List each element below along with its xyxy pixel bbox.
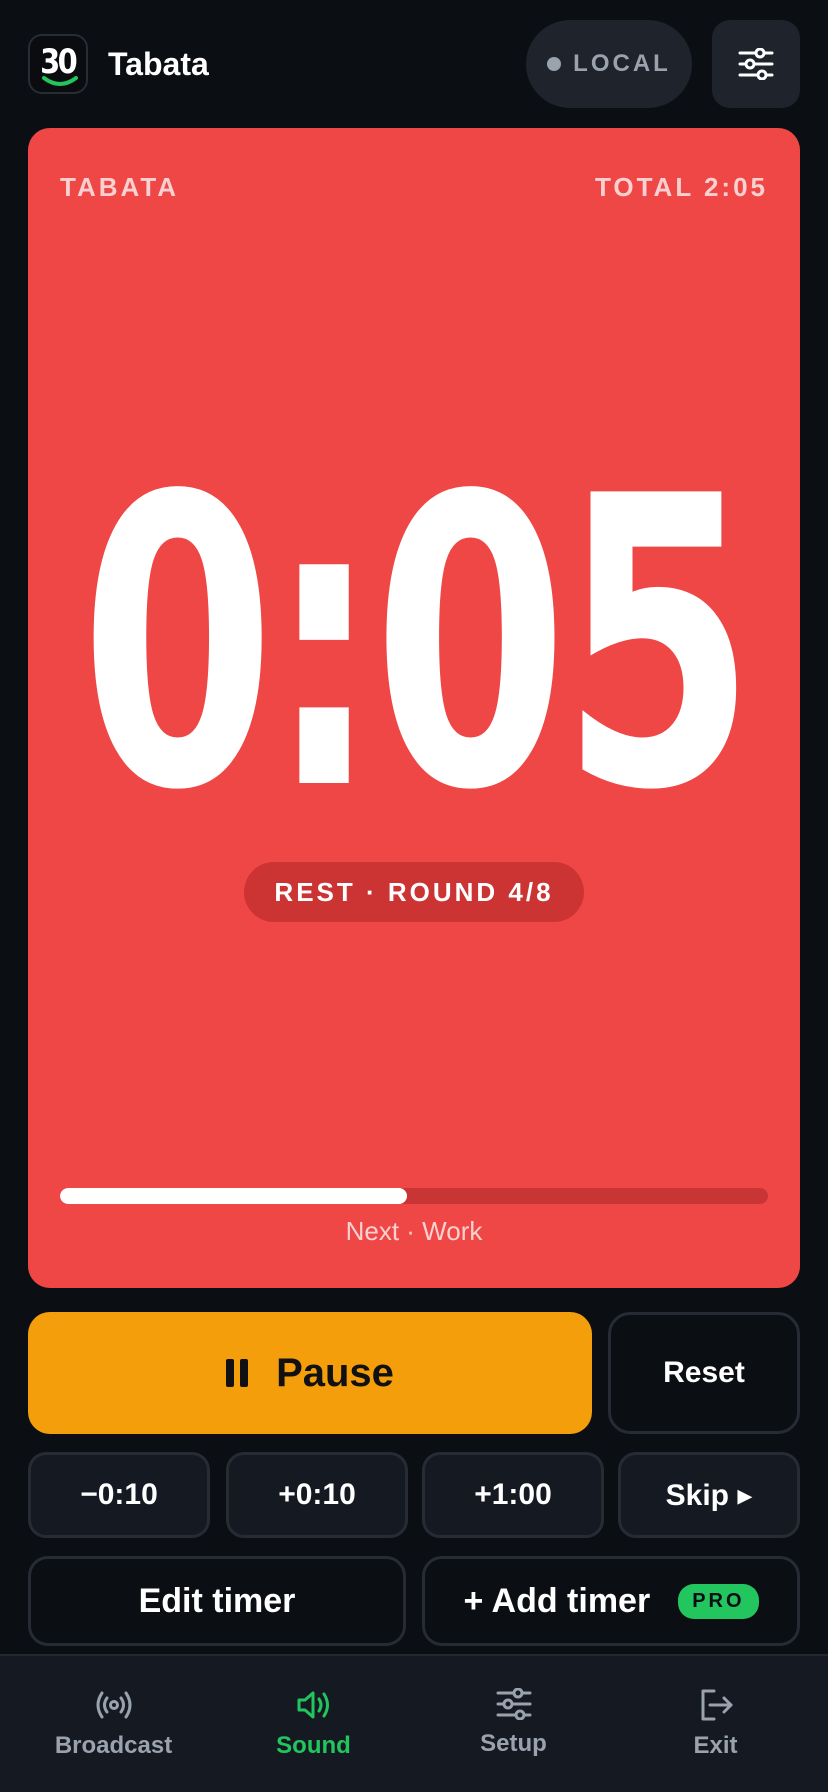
app-logo: 30 xyxy=(28,34,88,94)
nav-item-sound[interactable]: Sound xyxy=(210,1656,417,1792)
pause-icon xyxy=(226,1359,249,1387)
speaker-icon xyxy=(297,1691,329,1719)
nav-label-broadcast: Broadcast xyxy=(54,1732,173,1759)
timer-mode-label: TABATA xyxy=(60,172,180,202)
total-time-label: TOTAL 2:05 xyxy=(594,172,768,202)
app-title: Tabata xyxy=(108,46,209,82)
plus-10-seconds-button[interactable]: +0:10 xyxy=(226,1452,408,1538)
countdown-display: 0:05 xyxy=(28,413,800,878)
add-timer-button[interactable]: + Add timer PRO xyxy=(422,1556,800,1646)
pause-button[interactable]: Pause xyxy=(28,1312,592,1434)
nav-item-broadcast[interactable]: Broadcast xyxy=(10,1656,217,1792)
add-timer-label: + Add timer xyxy=(463,1581,651,1620)
plus-1-minute-button[interactable]: +1:00 xyxy=(422,1452,604,1538)
phase-round-badge: REST · ROUND 4/8 xyxy=(244,862,584,922)
edit-timer-button[interactable]: Edit timer xyxy=(28,1556,406,1646)
minus-10-seconds-button[interactable]: −0:10 xyxy=(28,1452,210,1538)
sliders-icon xyxy=(738,48,774,80)
local-mode-pill[interactable]: LOCAL xyxy=(526,20,692,108)
edit-timer-label: Edit timer xyxy=(138,1581,296,1620)
app-header: 30 Tabata LOCAL xyxy=(0,0,828,126)
settings-button[interactable] xyxy=(712,20,800,108)
nav-item-exit[interactable]: Exit xyxy=(612,1656,819,1792)
countdown-time: 0:05 xyxy=(79,413,755,878)
reset-button[interactable]: Reset xyxy=(608,1312,800,1434)
broadcast-icon xyxy=(96,1691,131,1719)
skip-button[interactable]: Skip ▸ xyxy=(618,1452,800,1538)
bottom-nav: Broadcast Sound Setup Exit xyxy=(0,1654,828,1792)
nav-label-setup: Setup xyxy=(480,1730,547,1757)
nav-label-sound: Sound xyxy=(276,1732,351,1759)
status-dot-icon xyxy=(547,57,562,71)
logo-smile-icon xyxy=(42,76,78,86)
pro-badge: PRO xyxy=(678,1583,759,1619)
interval-progress-bar xyxy=(60,1188,768,1204)
local-mode-label: LOCAL xyxy=(573,50,671,77)
nav-item-setup[interactable]: Setup xyxy=(410,1656,617,1792)
interval-progress-fill xyxy=(60,1188,407,1204)
timer-card: TABATA TOTAL 2:05 0:05 REST · ROUND 4/8 … xyxy=(28,128,800,1288)
exit-icon xyxy=(701,1689,732,1721)
nav-label-exit: Exit xyxy=(693,1732,738,1759)
pause-label: Pause xyxy=(276,1350,394,1395)
sliders-icon xyxy=(496,1688,531,1720)
next-interval-label: Next · Work xyxy=(345,1216,483,1246)
